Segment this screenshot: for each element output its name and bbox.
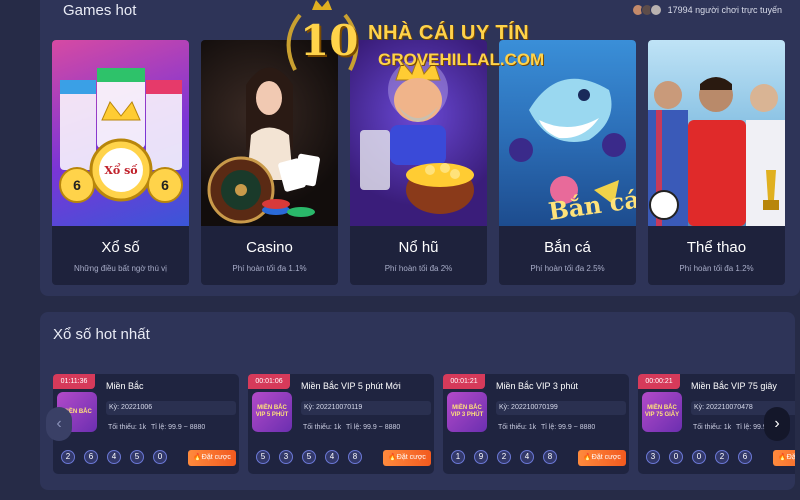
lottery-badge: MIỀN BẮC VIP 5 PHÚT: [252, 392, 292, 432]
lottery-min-bet: Tối thiểu: 1k: [303, 424, 342, 431]
xoso-image: Xổ số 6 6: [52, 40, 189, 226]
lottery-badge: MIỀN BẮC VIP 3 PHÚT: [447, 392, 487, 432]
lottery-min-bet: Tối thiểu: 1k: [498, 424, 537, 431]
svg-text:6: 6: [161, 177, 169, 193]
svg-text:Xổ số: Xổ số: [104, 163, 138, 177]
lottery-badge: MIỀN BẮC VIP 75 GIÂY: [642, 392, 682, 432]
lottery-rate: Tỉ lệ: 99.9 ~ 8880: [346, 424, 401, 431]
game-card-thethao[interactable]: Thể thao Phí hoàn tối đa 1.2%: [648, 40, 785, 285]
result-ball: 2: [715, 450, 729, 464]
countdown-timer: 01:11:36: [53, 374, 95, 389]
lottery-min-bet: Tối thiểu: 1k: [108, 424, 147, 431]
result-ball: 5: [256, 450, 270, 464]
result-ball: 4: [107, 450, 121, 464]
game-title: Casino: [246, 239, 293, 256]
lottery-card-vip3[interactable]: 00:01:21 MIỀN BẮC VIP 3 PHÚT Miền Bắc VI…: [443, 374, 629, 474]
lottery-card-mienbac[interactable]: 01:11:36 MIỀN BẮC Miền Bắc Kỳ: 20221006 …: [53, 374, 239, 474]
lottery-name: Miền Bắc VIP 75 giây: [691, 381, 777, 391]
watermark-line1: NHÀ CÁI UY TÍN: [368, 22, 530, 44]
bet-button[interactable]: 🔥Đặt cược: [773, 450, 795, 466]
game-card-xoso[interactable]: Xổ số 6 6 Xổ số Những điều bất ngờ thú v…: [52, 40, 189, 285]
online-players: 17994 người chơi trực tuyến: [631, 4, 782, 16]
countdown-timer: 00:01:21: [443, 374, 485, 389]
result-ball: 6: [738, 450, 752, 464]
game-card-nohu[interactable]: Nổ hũ Phí hoàn tối đa 2%: [350, 40, 487, 285]
countdown-timer: 00:00:21: [638, 374, 680, 389]
game-card-banca[interactable]: Bắn cá Bắn cá Phí hoàn tối đa 2.5%: [499, 40, 636, 285]
game-subtitle: Phí hoàn tối đa 1.2%: [679, 264, 754, 273]
fire-icon: 🔥: [193, 454, 202, 461]
lottery-card-vip5[interactable]: 00:01:06 MIỀN BẮC VIP 5 PHÚT Miền Bắc VI…: [248, 374, 434, 474]
result-balls: 1 9 2 4 8: [451, 450, 557, 464]
fire-icon: 🔥: [388, 454, 397, 461]
bet-button[interactable]: 🔥Đặt cược: [188, 450, 236, 466]
watermark-line2: GROVEHILLAL.COM: [378, 50, 545, 69]
result-ball: 6: [84, 450, 98, 464]
result-balls: 5 3 5 4 8: [256, 450, 362, 464]
player-avatars: [631, 4, 662, 16]
game-cards: Xổ số 6 6 Xổ số Những điều bất ngờ thú v…: [52, 40, 785, 285]
game-title: Nổ hũ: [398, 239, 439, 256]
lottery-period: Kỳ: 202210070199: [496, 401, 626, 415]
online-count-text: 17994 người chơi trực tuyến: [667, 5, 782, 15]
lottery-rate: Tỉ lệ: 99.9 ~ 8880: [541, 424, 596, 431]
bet-label: Đặt cược: [786, 454, 795, 461]
lottery-min-bet: Tối thiểu: 1k: [693, 424, 732, 431]
lottery-rate: Tỉ lệ: 99.9 ~ 8880: [151, 424, 206, 431]
fire-icon: 🔥: [583, 454, 592, 461]
bet-button[interactable]: 🔥Đặt cược: [383, 450, 431, 466]
result-ball: 2: [497, 450, 511, 464]
lottery-rate: Tỉ lệ: 99.9: [736, 424, 767, 431]
result-ball: 4: [325, 450, 339, 464]
thethao-image: [648, 40, 785, 226]
game-title: Bắn cá: [544, 239, 591, 256]
lottery-period: Kỳ: 202210070119: [301, 401, 431, 415]
result-ball: 2: [61, 450, 75, 464]
svg-text:6: 6: [73, 177, 81, 193]
result-ball: 8: [543, 450, 557, 464]
countdown-timer: 00:01:06: [248, 374, 290, 389]
result-ball: 1: [451, 450, 465, 464]
chevron-right-icon: ›: [774, 415, 780, 432]
games-hot-title: Games hot: [63, 2, 137, 19]
lottery-hot-title: Xổ số hot nhất: [53, 326, 150, 343]
fire-icon: 🔥: [778, 454, 787, 461]
game-subtitle: Những điều bất ngờ thú vị: [74, 264, 167, 273]
lottery-name: Miền Bắc VIP 5 phút Mới: [301, 381, 401, 391]
result-balls: 2 6 4 5 0: [61, 450, 167, 464]
game-subtitle: Phí hoàn tối đa 2%: [384, 264, 453, 273]
lottery-period: Kỳ: 20221006: [106, 401, 236, 415]
result-ball: 3: [646, 450, 660, 464]
watermark-number: 10: [300, 16, 359, 65]
game-subtitle: Phí hoàn tối đa 1.1%: [232, 264, 307, 273]
bet-button[interactable]: 🔥Đặt cược: [578, 450, 626, 466]
game-title: Xổ số: [101, 239, 140, 256]
bet-label: Đặt cược: [201, 454, 231, 461]
result-ball: 5: [130, 450, 144, 464]
game-card-casino[interactable]: Casino Phí hoàn tối đa 1.1%: [201, 40, 338, 285]
game-subtitle: Phí hoàn tối đa 2.5%: [530, 264, 605, 273]
result-ball: 0: [153, 450, 167, 464]
result-ball: 5: [302, 450, 316, 464]
result-ball: 0: [692, 450, 706, 464]
result-ball: 3: [279, 450, 293, 464]
result-ball: 4: [520, 450, 534, 464]
lottery-name: Miền Bắc: [106, 381, 144, 391]
carousel-next-button[interactable]: ›: [764, 407, 790, 441]
lottery-name: Miền Bắc VIP 3 phút: [496, 381, 578, 391]
game-title: Thể thao: [686, 239, 747, 256]
result-balls: 3 0 0 2 6: [646, 450, 752, 464]
chevron-left-icon: ‹: [56, 415, 62, 432]
bet-label: Đặt cược: [591, 454, 621, 461]
result-ball: 8: [348, 450, 362, 464]
carousel-prev-button[interactable]: ‹: [46, 407, 72, 441]
result-ball: 9: [474, 450, 488, 464]
bet-label: Đặt cược: [396, 454, 426, 461]
result-ball: 0: [669, 450, 683, 464]
